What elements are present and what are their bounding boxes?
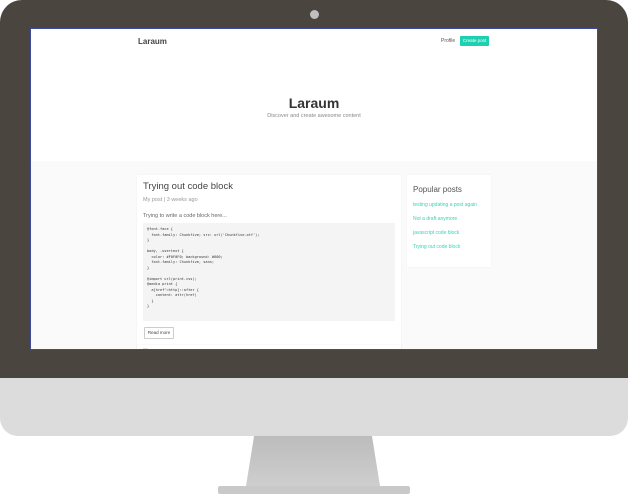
monitor-stand-base: [218, 486, 410, 494]
post-card: Trying out code block My post | 3 weeks …: [137, 175, 401, 349]
post-excerpt: Trying to write a code block here...: [143, 213, 227, 219]
camera-icon: [310, 10, 319, 19]
profile-link[interactable]: Profile: [441, 38, 455, 44]
hero: Laraum Discover and create awesome conte…: [31, 55, 597, 161]
brand-logo[interactable]: Laraum: [138, 37, 167, 46]
popular-post-link[interactable]: Trying out code block: [413, 244, 477, 258]
read-more-button[interactable]: Read more: [144, 327, 174, 339]
popular-post-link[interactable]: Not a draft anymore: [413, 216, 477, 230]
post-meta: My post | 3 weeks ago: [143, 197, 198, 203]
popular-posts-list: testing updating a post again Not a draf…: [413, 202, 477, 258]
hero-subtitle: Discover and create awesome content: [267, 113, 361, 119]
post-title[interactable]: Trying out code block: [143, 181, 233, 192]
popular-post-link[interactable]: javascript code block: [413, 230, 477, 244]
popular-posts-panel: Popular posts testing updating a post ag…: [407, 175, 491, 267]
popular-post-link[interactable]: testing updating a post again: [413, 202, 477, 216]
popular-posts-title: Popular posts: [413, 185, 462, 194]
next-post-card: [137, 345, 401, 349]
navbar: Laraum Profile Create post: [31, 29, 597, 55]
monitor-stand-neck: [246, 436, 380, 486]
code-block: @font-face { font-family: Chunkfive; src…: [143, 223, 395, 321]
avatar: [143, 348, 148, 349]
screen: Laraum Profile Create post Laraum Discov…: [30, 28, 598, 350]
hero-title: Laraum: [288, 95, 340, 111]
monitor-chin: [0, 378, 628, 436]
create-post-button[interactable]: Create post: [460, 36, 489, 46]
